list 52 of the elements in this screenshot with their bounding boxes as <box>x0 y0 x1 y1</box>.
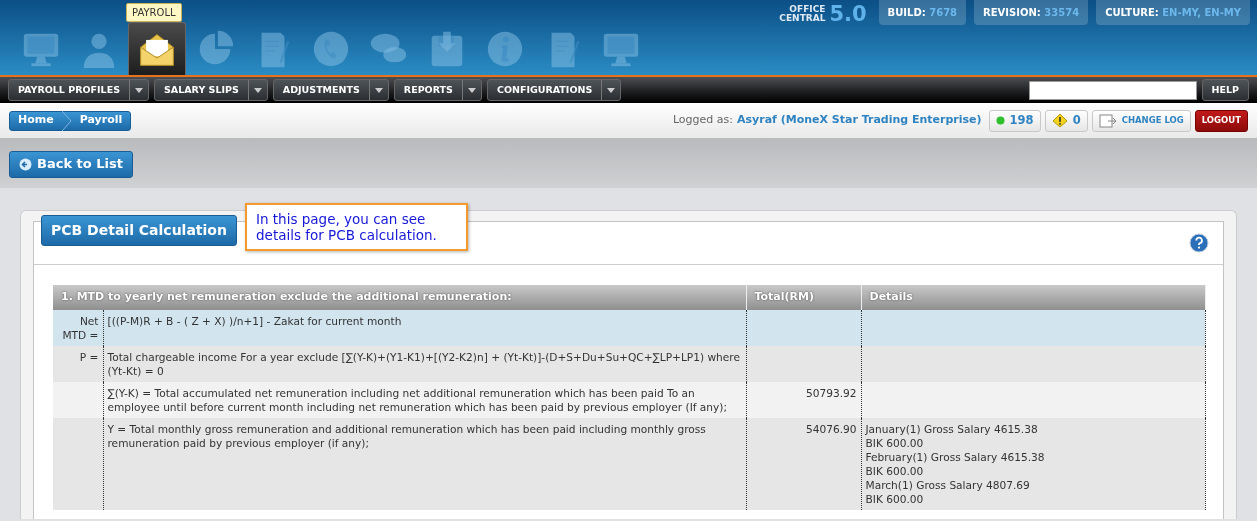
help-button[interactable]: HELP <box>1201 79 1249 101</box>
detail-line: BIK 600.00 <box>865 491 925 506</box>
detail-line: February(1) Gross Salary 4615.38 <box>865 449 1046 464</box>
total-value: 54076.90 <box>805 422 857 435</box>
formula-text: ∑(Y-K) = Total accumulated net remuneration including net additional remuneration which has been paid To an employee until before current month including net remuneration which has been paid by previous employer (If any); <box>107 386 728 413</box>
menu-button[interactable]: REPORTS <box>393 79 482 101</box>
breadcrumb-link[interactable]: Payroll <box>71 112 131 129</box>
breadcrumb-separator-icon <box>61 110 72 131</box>
info-label: REVISION: 33574 <box>974 0 1089 25</box>
help-icon[interactable] <box>1189 233 1209 253</box>
menu-button[interactable]: ADJUSTMENTS <box>272 79 389 101</box>
search-field[interactable] <box>1028 80 1197 100</box>
column-header: 1. MTD to yearly net remuneration exclude the additional remuneration: <box>53 285 746 310</box>
detail-line: January(1) Gross Salary 4615.38 <box>865 421 1039 436</box>
detail-line: March(1) Gross Salary 4807.69 <box>865 477 1031 492</box>
status-dot-icon <box>995 116 1005 125</box>
formula-text: [((P-M)R + B - ( Z + X) )/n+1] - Zakat for current month <box>107 314 402 327</box>
caret-icon[interactable] <box>607 87 616 93</box>
user-label: Logged as: <box>672 112 733 129</box>
row-label: Net MTD = <box>62 314 99 341</box>
back-button[interactable]: Back to List <box>9 150 133 178</box>
caret-icon[interactable] <box>135 87 143 93</box>
caret-icon[interactable] <box>467 87 476 93</box>
menu-button[interactable]: SALARY SLIPS <box>154 79 268 101</box>
change-log-button[interactable]: CHANGE LOG <box>1091 109 1191 132</box>
help-callout: In this page, you can see details for PCB calculation. <box>245 203 468 251</box>
column-header: Details <box>861 285 1205 310</box>
detail-line: BIK 600.00 <box>865 463 925 478</box>
total-value: 50793.92 <box>805 386 857 399</box>
logout-button[interactable]: LOGOUT <box>1194 109 1248 132</box>
info-label: BUILD: 7678 <box>878 0 967 25</box>
formula-text: Total chargeable income For a year exclude [∑(Y-K)+(Y1-K1)+[(Y2-K2)n] + (Yt-Kt)]-(D+S+Du+Su+QC+∑LP+LP1) where (Yt-Kt) = 0 <box>107 350 740 377</box>
caret-icon[interactable] <box>253 87 262 93</box>
user-name: Asyraf (MoneX Star Trading Enterprise) <box>737 112 982 129</box>
menu-button[interactable]: PAYROLL PROFILES <box>8 79 149 101</box>
brand-text: OFFICE <box>788 5 826 14</box>
warning-icon <box>1051 113 1068 128</box>
panel-title: PCB Detail Calculation <box>41 215 237 246</box>
counter-button[interactable]: 198 <box>988 109 1041 132</box>
breadcrumb-link[interactable]: Home <box>10 112 62 129</box>
menu-button[interactable]: CONFIGURATIONS <box>486 79 622 101</box>
detail-line: BIK 600.00 <box>865 435 925 450</box>
formula-text: Y = Total monthly gross remuneration and additional remuneration which has been paid including monthly gross remuneration paid by previous employer (if any); <box>107 422 706 449</box>
version-number: 5.0 <box>829 3 867 25</box>
caret-icon[interactable] <box>374 87 383 93</box>
column-header: Total(RM) <box>746 285 861 310</box>
tooltip: PAYROLL <box>126 3 182 22</box>
counter-button[interactable]: 0 <box>1044 109 1088 132</box>
brand-text: CENTRAL <box>779 14 826 23</box>
document-arrow-icon <box>1098 113 1117 128</box>
row-label: P = <box>79 350 99 363</box>
info-label: CULTURE: EN-MY, EN-MY <box>1096 0 1250 25</box>
